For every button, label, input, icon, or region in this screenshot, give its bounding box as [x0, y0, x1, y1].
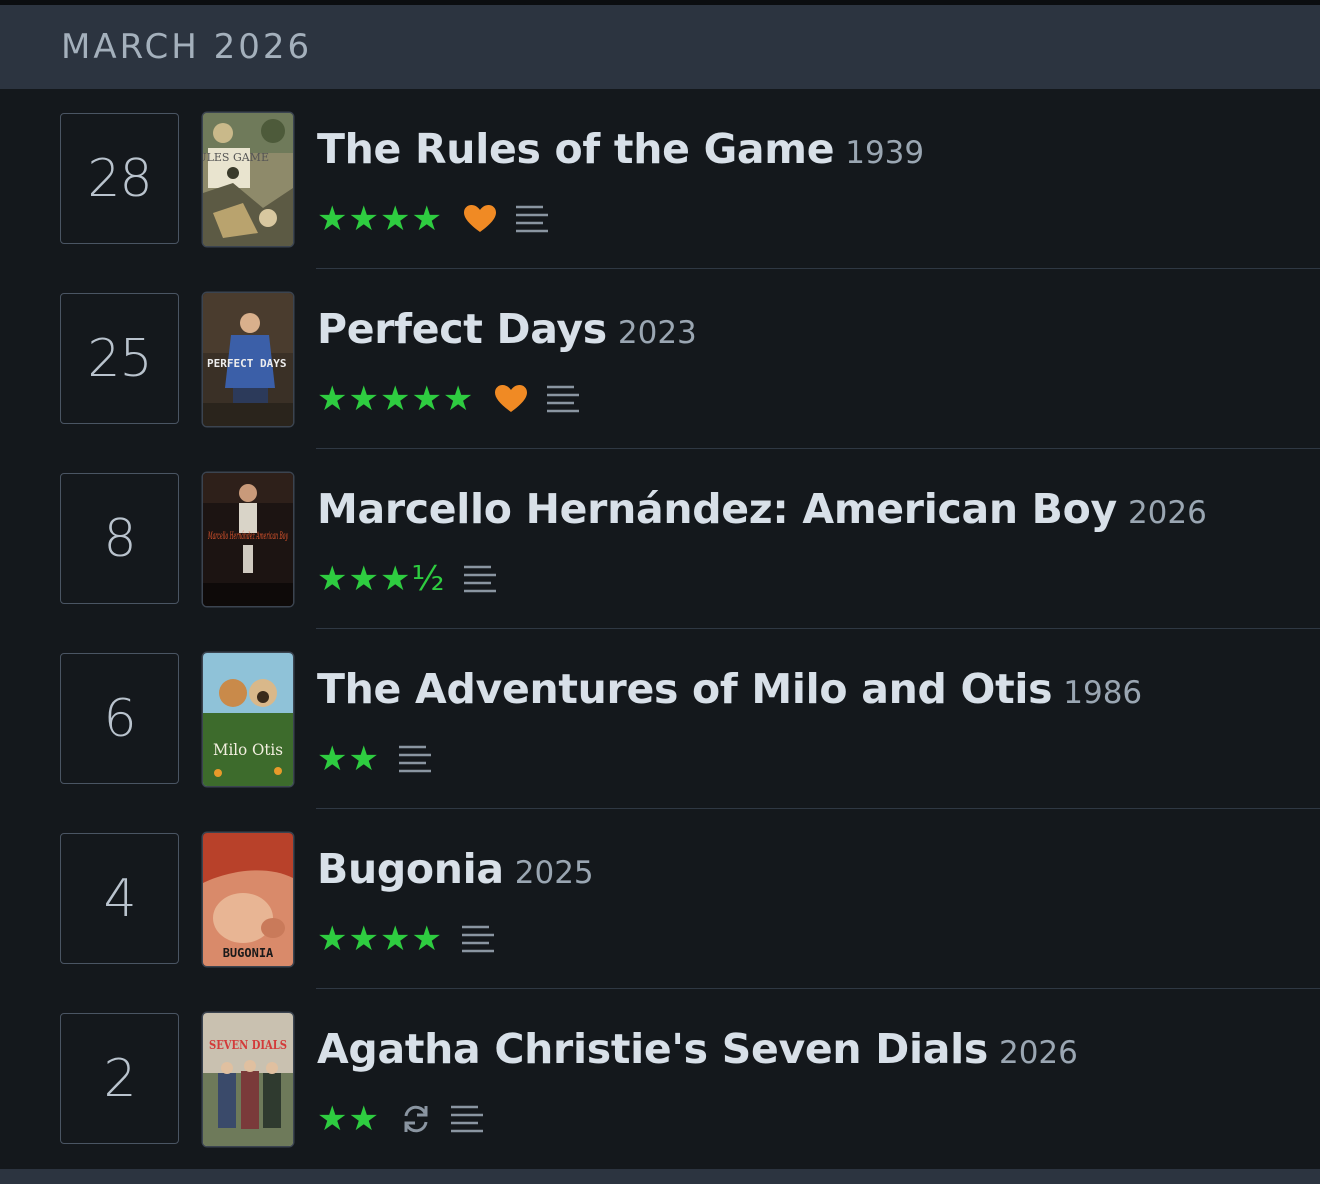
- film-year[interactable]: 2023: [618, 315, 697, 351]
- bottom-edge: [0, 1169, 1320, 1184]
- entry-meta: ★★: [317, 739, 432, 779]
- entry-meta: ★★★★★: [317, 379, 580, 419]
- film-poster[interactable]: BUGONIA: [203, 833, 293, 966]
- film-poster[interactable]: Milo Otis: [203, 653, 293, 786]
- entry-meta: ★★★½: [317, 559, 497, 599]
- film-title[interactable]: Bugonia: [317, 845, 504, 893]
- poster-art: SEVEN DIALS: [203, 1013, 293, 1146]
- poster-caption: Milo Otis: [213, 740, 283, 759]
- heart-icon: [463, 204, 497, 234]
- diary-entry[interactable]: 4 BUGONIA Bugonia 2025 ★★★★: [0, 809, 1320, 989]
- day-number: 4: [60, 833, 179, 964]
- review-lines-icon[interactable]: [450, 1104, 484, 1134]
- day-number: 8: [60, 473, 179, 604]
- diary-entry[interactable]: 25 PERFECT DAYS Perfect Days 2023 ★★★★★: [0, 269, 1320, 449]
- rewatch-icon: [400, 1103, 432, 1135]
- film-year[interactable]: 1986: [1063, 675, 1142, 711]
- star-rating: ★★★★: [317, 199, 443, 239]
- day-number: 6: [60, 653, 179, 784]
- diary-entry[interactable]: 8 Marcello Hernández American Boy Marcel…: [0, 449, 1320, 629]
- poster-caption: BUGONIA: [223, 946, 274, 960]
- film-title[interactable]: Agatha Christie's Seven Dials: [317, 1025, 988, 1073]
- film-poster[interactable]: PERFECT DAYS: [203, 293, 293, 426]
- film-poster[interactable]: SEVEN DIALS: [203, 1013, 293, 1146]
- film-title[interactable]: The Adventures of Milo and Otis: [317, 665, 1053, 713]
- star-rating: ★★: [317, 739, 380, 779]
- film-title[interactable]: Marcello Hernández: American Boy: [317, 485, 1117, 533]
- review-lines-icon[interactable]: [546, 384, 580, 414]
- star-rating: ★★: [317, 1099, 380, 1139]
- month-label: MARCH 2026: [61, 27, 313, 67]
- diary-entry[interactable]: 2 SEVEN DIALS Agatha Christie's Seven Di…: [0, 989, 1320, 1169]
- film-poster[interactable]: RULES GAME: [203, 113, 293, 246]
- star-rating: ★★★★: [317, 919, 443, 959]
- film-year[interactable]: 2026: [1128, 495, 1207, 531]
- film-year[interactable]: 2025: [515, 855, 594, 891]
- film-title[interactable]: Perfect Days: [317, 305, 607, 353]
- film-poster[interactable]: Marcello Hernández American Boy: [203, 473, 293, 606]
- review-lines-icon[interactable]: [461, 924, 495, 954]
- poster-caption: Marcello Hernández American Boy: [208, 531, 289, 542]
- poster-art: Marcello Hernández American Boy: [203, 473, 293, 606]
- month-header: MARCH 2026: [0, 5, 1320, 89]
- poster-art: BUGONIA: [203, 833, 293, 966]
- diary-screen: MARCH 2026 28 RULES GAME: [0, 0, 1320, 1184]
- heart-icon: [494, 384, 528, 414]
- entry-meta: ★★: [317, 1099, 484, 1139]
- title-line: Perfect Days 2023: [317, 305, 697, 353]
- day-number: 25: [60, 293, 179, 424]
- poster-art: RULES GAME: [203, 113, 293, 246]
- review-lines-icon[interactable]: [398, 744, 432, 774]
- film-year[interactable]: 2026: [999, 1035, 1078, 1071]
- poster-caption: RULES GAME: [203, 151, 269, 164]
- poster-caption: PERFECT DAYS: [207, 357, 286, 370]
- entry-meta: ★★★★: [317, 919, 495, 959]
- diary-list: 28 RULES GAME The Rules of the Game: [0, 89, 1320, 1169]
- title-line: The Rules of the Game 1939: [317, 125, 924, 173]
- title-line: Bugonia 2025: [317, 845, 594, 893]
- film-title[interactable]: The Rules of the Game: [317, 125, 835, 173]
- entry-meta: ★★★★: [317, 199, 549, 239]
- title-line: The Adventures of Milo and Otis 1986: [317, 665, 1142, 713]
- diary-entry[interactable]: 6 Milo Otis The Adventures of Milo and O…: [0, 629, 1320, 809]
- star-rating: ★★★★★: [317, 379, 475, 419]
- review-lines-icon[interactable]: [515, 204, 549, 234]
- poster-art: PERFECT DAYS: [203, 293, 293, 426]
- title-line: Agatha Christie's Seven Dials 2026: [317, 1025, 1078, 1073]
- poster-caption: SEVEN DIALS: [209, 1038, 287, 1052]
- diary-entry[interactable]: 28 RULES GAME The Rules of the Game: [0, 89, 1320, 269]
- day-number: 28: [60, 113, 179, 244]
- poster-art: Milo Otis: [203, 653, 293, 786]
- film-year[interactable]: 1939: [845, 135, 924, 171]
- review-lines-icon[interactable]: [463, 564, 497, 594]
- star-rating: ★★★½: [317, 559, 446, 599]
- day-number: 2: [60, 1013, 179, 1144]
- title-line: Marcello Hernández: American Boy 2026: [317, 485, 1207, 533]
